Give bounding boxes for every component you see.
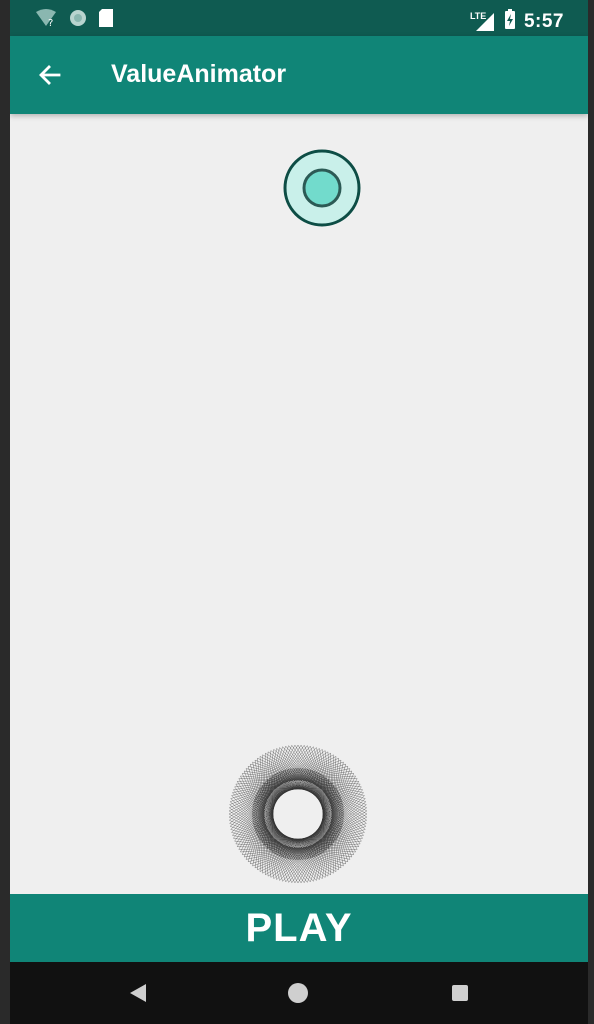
signal-icon: LTE bbox=[470, 11, 496, 33]
spirograph-inner-lines bbox=[251, 767, 345, 861]
navigation-bar bbox=[10, 962, 588, 1024]
svg-text:?: ? bbox=[48, 18, 53, 28]
battery-charging-icon bbox=[504, 8, 516, 35]
status-bar: ? LTE 5:57 bbox=[10, 0, 588, 36]
recents-nav-icon[interactable] bbox=[450, 982, 470, 1009]
page-title: ValueAnimator bbox=[111, 60, 287, 88]
app-bar: ValueAnimator bbox=[10, 36, 588, 114]
app-screen: ? LTE 5:57 ValueAnimator PLAY bbox=[10, 0, 588, 1024]
back-nav-icon[interactable] bbox=[128, 982, 148, 1009]
spirograph-pattern bbox=[226, 742, 370, 886]
sd-card-icon bbox=[98, 8, 114, 33]
spirograph-outer-lines bbox=[228, 744, 368, 884]
animation-canvas bbox=[10, 114, 588, 894]
home-nav-icon[interactable] bbox=[287, 982, 309, 1009]
circle-notification-icon bbox=[68, 8, 88, 33]
wifi-question-icon: ? bbox=[34, 8, 58, 33]
clock-time: 5:57 bbox=[523, 10, 564, 32]
animated-ball bbox=[282, 148, 362, 228]
play-button[interactable]: PLAY bbox=[10, 894, 588, 962]
arrow-back-icon[interactable] bbox=[32, 57, 68, 93]
play-button-label: PLAY bbox=[245, 906, 353, 950]
